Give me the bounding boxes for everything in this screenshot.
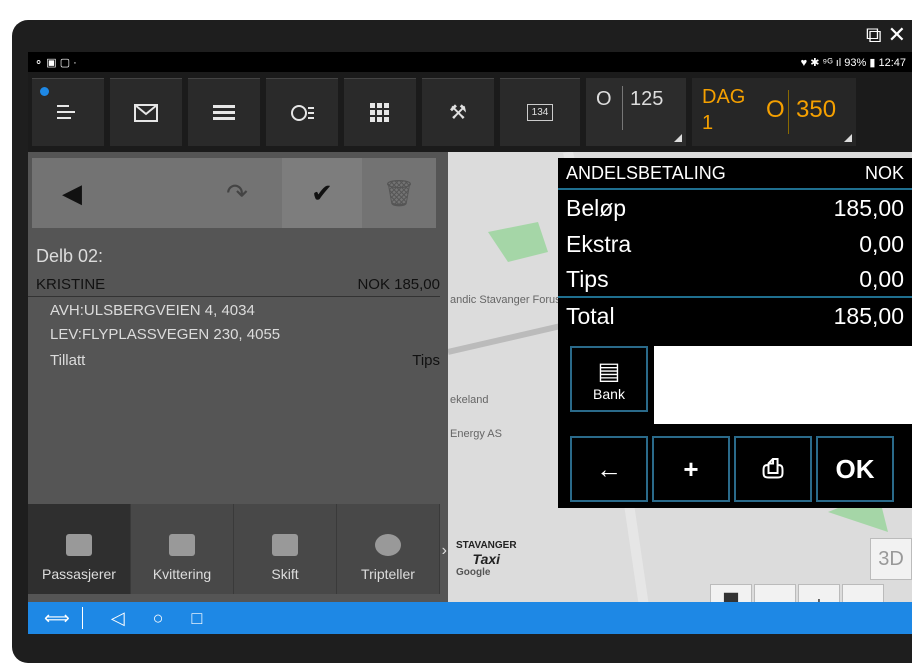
home-nav-icon[interactable]: ○ [153,608,164,629]
pickup-address: AVH:ULSBERGVEIEN 4, 4034 [50,302,255,319]
ok-button[interactable]: OK [816,436,894,502]
checkmark-icon: ✔ [311,177,333,208]
tools-button[interactable]: ⚒ [422,78,494,146]
forward-button[interactable]: ↷ [192,158,282,228]
add-button[interactable]: + [652,436,730,502]
trip-amount: NOK 185,00 [357,276,440,293]
3d-button[interactable]: 3D [870,538,912,580]
day-counter-value: 350 [796,96,837,123]
total-row: Total 185,00 [566,302,904,329]
display-badge: 134 [526,104,554,121]
tab-receipt[interactable]: Kvittering [131,504,234,594]
allowed-label: Tillatt [50,352,86,369]
chevron-right-icon[interactable]: › [442,542,447,560]
tools-icon: ⚒ [449,102,467,124]
map-label: ekeland [450,394,489,406]
payment-header: ANDELSBETALING NOK [558,158,912,190]
payment-currency: NOK [864,162,904,183]
window-controls: ⧉ ✕ [866,24,906,48]
grid-icon [370,102,389,122]
close-icon[interactable]: ✕ [888,24,906,48]
remote-control-icon[interactable]: ⟺ [44,608,70,629]
top-toolbar: ⚒ 134 O 125 DAG 1 O 350 [28,72,912,152]
payment-title: ANDELSBETALING [566,162,726,183]
message-button[interactable] [110,78,182,146]
display-button[interactable]: 134 [500,78,580,146]
list-left-icon [57,104,75,119]
day-counter-label: O [766,96,785,123]
status-right: ♥ ✱ ⁹ᴳ ıl 93% ▮ 12:47 [800,56,906,69]
map-label: andic Stavanger Forus [450,294,561,306]
notification-dot-icon [40,87,49,96]
list-button[interactable] [188,78,260,146]
delete-button[interactable]: 🗑 [362,158,436,228]
document-icon [272,534,298,556]
status-left-icons: ⚬ ▣ ▢ · [34,56,77,69]
receipt-icon [169,534,195,556]
action-bar: ◀ ↷ ✔ 🗑 [32,158,436,228]
trash-icon: 🗑 [382,177,416,208]
tab-tripmeter[interactable]: Tripteller › [337,504,447,594]
passenger-name: KRISTINE [36,276,106,293]
speedometer-icon [375,534,401,556]
back-button[interactable]: ◀ [32,158,112,228]
redo-arrow-icon: ↷ [226,177,248,208]
trip-panel: ◀ ↷ ✔ 🗑 Delb 02: KRISTINE NOK 185,00 AVH… [28,152,448,634]
map-label: Energy AS [450,428,502,440]
back-arrow-button[interactable]: ← [570,436,648,502]
status-bar: ⚬ ▣ ▢ · ♥ ✱ ⁹ᴳ ıl 93% ▮ 12:47 [28,52,912,72]
system-nav-bar: ⟺ ◁ ○ □ [28,602,912,634]
recents-nav-icon[interactable]: □ [192,608,203,629]
arrow-left-icon: ← [596,453,622,484]
tab-label: Skift [271,566,299,582]
tab-label: Passasjerer [42,566,116,582]
dropoff-address: LEV:FLYPLASSVEGEN 230, 4055 [50,326,281,343]
grid-button[interactable] [344,78,416,146]
counter-box[interactable]: O 125 [586,78,686,146]
schedule-button[interactable] [266,78,338,146]
counter-value: 125 [630,88,664,110]
counter-label: O [596,88,612,110]
taxi-logo: STAVANGER Taxi Google [456,540,517,578]
back-nav-icon[interactable]: ◁ [111,608,125,629]
people-icon [66,534,92,556]
triangle-left-icon: ◀ [62,177,82,208]
card-terminal-icon: ▤ [597,357,621,385]
trip-title: Delb 02: [36,246,104,266]
print-button[interactable]: ⎙ [734,436,812,502]
extra-row: Ekstra 0,00 [566,230,904,257]
envelope-icon [134,103,158,122]
amount-row: Beløp 185,00 [566,194,904,221]
tab-shift[interactable]: Skift [234,504,337,594]
bottom-tabs: Passasjerer Kvittering Skift Tripteller › [28,504,447,594]
bank-button[interactable]: ▤ Bank [570,346,648,412]
tab-passengers[interactable]: Passasjerer [28,504,131,594]
day-counter-box[interactable]: DAG 1 O 350 [692,78,856,146]
menu-button[interactable] [32,78,104,146]
clock-list-icon [291,104,314,121]
day-label: DAG [702,86,746,108]
printer-icon: ⎙ [762,453,784,483]
signature-field[interactable] [654,346,912,424]
payment-dialog: ANDELSBETALING NOK Beløp 185,00 Ekstra 0,0… [558,158,912,508]
tab-label: Tripteller [361,566,415,582]
plus-icon: + [683,453,699,484]
popout-icon[interactable]: ⧉ [866,24,882,48]
list-icon [213,104,235,120]
tips-label: Tips [412,352,440,369]
day-number: 1 [702,112,714,134]
confirm-button[interactable]: ✔ [282,158,362,228]
tab-label: Kvittering [152,566,212,582]
screen: ⚬ ▣ ▢ · ♥ ✱ ⁹ᴳ ıl 93% ▮ 12:47 ⚒ 134 O 12… [28,52,912,634]
tips-row: Tips 0,00 [558,262,912,298]
